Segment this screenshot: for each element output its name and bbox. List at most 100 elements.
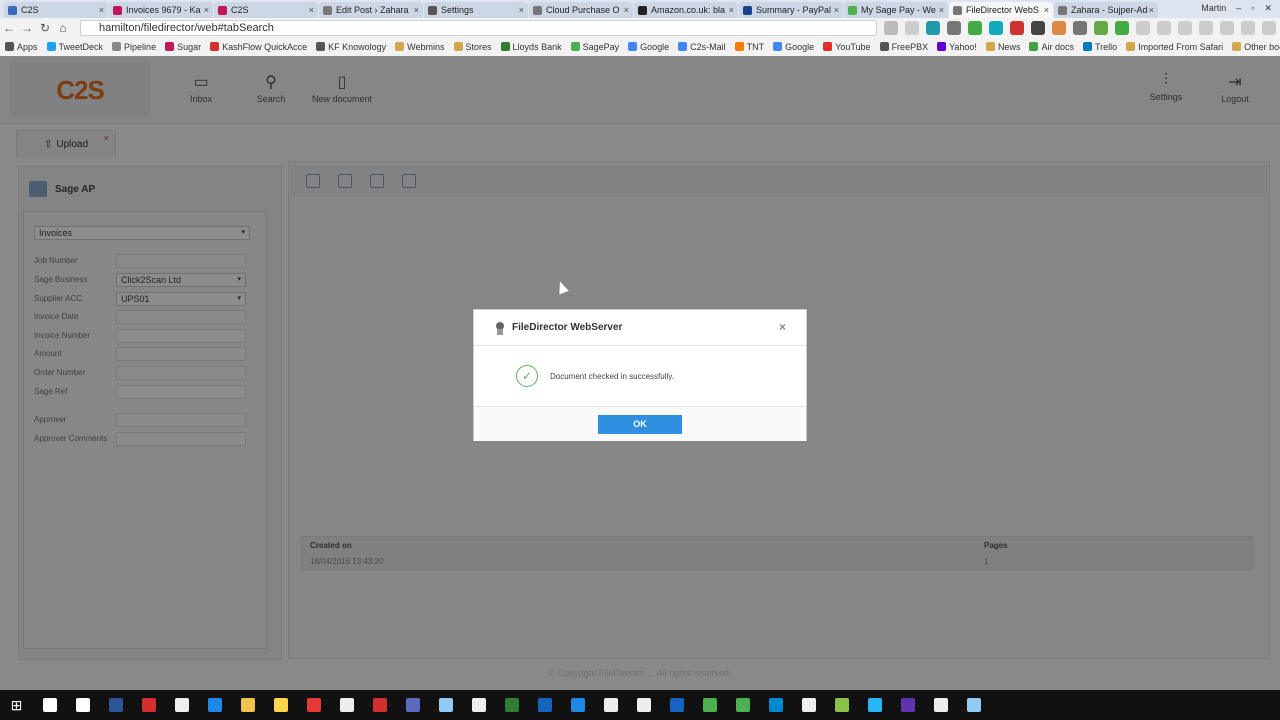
- taskbar-app-icon[interactable]: [792, 690, 825, 720]
- taskbar-app-icon[interactable]: [297, 690, 330, 720]
- windows-start-icon[interactable]: ⊞: [0, 690, 33, 720]
- back-icon[interactable]: ←: [0, 21, 18, 35]
- bookmark-item[interactable]: Lloyds Bank: [500, 42, 562, 52]
- tab-close-icon[interactable]: ×: [204, 5, 209, 15]
- taskbar-app-icon[interactable]: [33, 690, 66, 720]
- extension-icon[interactable]: [1052, 21, 1066, 35]
- bookmark-item[interactable]: Google: [773, 42, 814, 52]
- taskbar-app-icon[interactable]: [363, 690, 396, 720]
- taskbar-app-icon[interactable]: [396, 690, 429, 720]
- extension-icon[interactable]: [884, 21, 898, 35]
- bookmark-item[interactable]: SagePay: [570, 42, 619, 52]
- browser-tab[interactable]: Amazon.co.uk: bla ×: [634, 2, 738, 18]
- user-name[interactable]: Martin: [1201, 3, 1226, 13]
- extension-icon[interactable]: [947, 21, 961, 35]
- browser-tab[interactable]: Edit Post › Zahara ×: [319, 2, 423, 18]
- bookmark-item[interactable]: TweetDeck: [46, 42, 103, 52]
- extension-icon[interactable]: [1157, 21, 1171, 35]
- taskbar-app-icon[interactable]: [825, 690, 858, 720]
- extension-icon[interactable]: [1073, 21, 1087, 35]
- bookmark-item[interactable]: Webmins: [395, 42, 445, 52]
- taskbar-app-icon[interactable]: [495, 690, 528, 720]
- taskbar-app-icon[interactable]: [132, 690, 165, 720]
- extension-icon[interactable]: [1220, 21, 1234, 35]
- tab-close-icon[interactable]: ×: [939, 5, 944, 15]
- browser-tab[interactable]: FileDirector WebS ×: [949, 2, 1053, 18]
- extension-icon[interactable]: [1199, 21, 1213, 35]
- tab-close-icon[interactable]: ×: [624, 5, 629, 15]
- taskbar-app-icon[interactable]: [627, 690, 660, 720]
- taskbar-app-icon[interactable]: [231, 690, 264, 720]
- tab-close-icon[interactable]: ×: [519, 5, 524, 15]
- bookmark-item[interactable]: FreePBX: [879, 42, 928, 52]
- taskbar-app-icon[interactable]: [594, 690, 627, 720]
- tab-close-icon[interactable]: ×: [1149, 5, 1154, 15]
- taskbar-app-icon[interactable]: [462, 690, 495, 720]
- bookmark-item[interactable]: Other bookmarks: [1232, 42, 1280, 52]
- browser-tab[interactable]: Summary - PayPal ×: [739, 2, 843, 18]
- taskbar-app-icon[interactable]: [165, 690, 198, 720]
- browser-tab[interactable]: C2S ×: [4, 2, 108, 18]
- taskbar-app-icon[interactable]: [759, 690, 792, 720]
- bookmark-item[interactable]: YouTube: [823, 42, 871, 52]
- bookmark-item[interactable]: KF Knowology: [316, 42, 386, 52]
- browser-tab[interactable]: My Sage Pay - We ×: [844, 2, 948, 18]
- bookmark-item[interactable]: TNT: [734, 42, 764, 52]
- dialog-close-icon[interactable]: ×: [779, 320, 786, 334]
- taskbar-app-icon[interactable]: [924, 690, 957, 720]
- bookmark-item[interactable]: KashFlow QuickAcce: [210, 42, 307, 52]
- extension-icon[interactable]: [1262, 21, 1276, 35]
- ok-button[interactable]: OK: [598, 414, 682, 434]
- extension-icon[interactable]: [1031, 21, 1045, 35]
- bookmark-item[interactable]: Stores: [453, 42, 492, 52]
- bookmark-item[interactable]: Yahoo!: [937, 42, 977, 52]
- taskbar-app-icon[interactable]: [660, 690, 693, 720]
- taskbar-app-icon[interactable]: [726, 690, 759, 720]
- bookmark-item[interactable]: Google: [628, 42, 669, 52]
- taskbar-app-icon[interactable]: [198, 690, 231, 720]
- bookmark-item[interactable]: Air docs: [1029, 42, 1074, 52]
- url-input[interactable]: hamilton/filedirector/web#tabSearch: [80, 20, 877, 36]
- taskbar-app-icon[interactable]: [891, 690, 924, 720]
- bookmark-item[interactable]: C2s-Mail: [678, 42, 726, 52]
- browser-tab[interactable]: Invoices 9679 - Ka ×: [109, 2, 213, 18]
- taskbar-app-icon[interactable]: [264, 690, 297, 720]
- taskbar-app-icon[interactable]: [66, 690, 99, 720]
- tab-close-icon[interactable]: ×: [99, 5, 104, 15]
- home-icon[interactable]: ⌂: [54, 21, 72, 35]
- taskbar-app-icon[interactable]: [528, 690, 561, 720]
- taskbar-app-icon[interactable]: [99, 690, 132, 720]
- extension-icon[interactable]: [926, 21, 940, 35]
- extension-icon[interactable]: [1115, 21, 1129, 35]
- bookmark-item[interactable]: Sugar: [165, 42, 201, 52]
- browser-tab[interactable]: Settings ×: [424, 2, 528, 18]
- extension-icon[interactable]: [1010, 21, 1024, 35]
- browser-tab[interactable]: C2S ×: [214, 2, 318, 18]
- tab-close-icon[interactable]: ×: [1044, 5, 1049, 15]
- tab-close-icon[interactable]: ×: [414, 5, 419, 15]
- browser-tab[interactable]: Zahara - Sujper-Ad ×: [1054, 2, 1158, 18]
- taskbar-app-icon[interactable]: [858, 690, 891, 720]
- taskbar-app-icon[interactable]: [429, 690, 462, 720]
- maximize-icon[interactable]: ▫: [1251, 3, 1254, 13]
- extension-icon[interactable]: [968, 21, 982, 35]
- bookmark-item[interactable]: News: [985, 42, 1020, 52]
- bookmark-item[interactable]: Imported From Safari: [1126, 42, 1223, 52]
- extension-icon[interactable]: [1178, 21, 1192, 35]
- browser-tab[interactable]: Cloud Purchase O ×: [529, 2, 633, 18]
- bookmark-item[interactable]: Trello: [1082, 42, 1117, 52]
- extension-icon[interactable]: [989, 21, 1003, 35]
- taskbar-app-icon[interactable]: [330, 690, 363, 720]
- bookmark-item[interactable]: Pipeline: [112, 42, 156, 52]
- tab-close-icon[interactable]: ×: [834, 5, 839, 15]
- extension-icon[interactable]: [1241, 21, 1255, 35]
- extension-icon[interactable]: [1136, 21, 1150, 35]
- tab-close-icon[interactable]: ×: [729, 5, 734, 15]
- tab-close-icon[interactable]: ×: [309, 5, 314, 15]
- bookmark-item[interactable]: Apps: [5, 42, 38, 52]
- extension-icon[interactable]: [905, 21, 919, 35]
- taskbar-app-icon[interactable]: [693, 690, 726, 720]
- taskbar-app-icon[interactable]: [561, 690, 594, 720]
- close-window-icon[interactable]: ✕: [1264, 3, 1272, 14]
- minimize-icon[interactable]: –: [1236, 3, 1241, 13]
